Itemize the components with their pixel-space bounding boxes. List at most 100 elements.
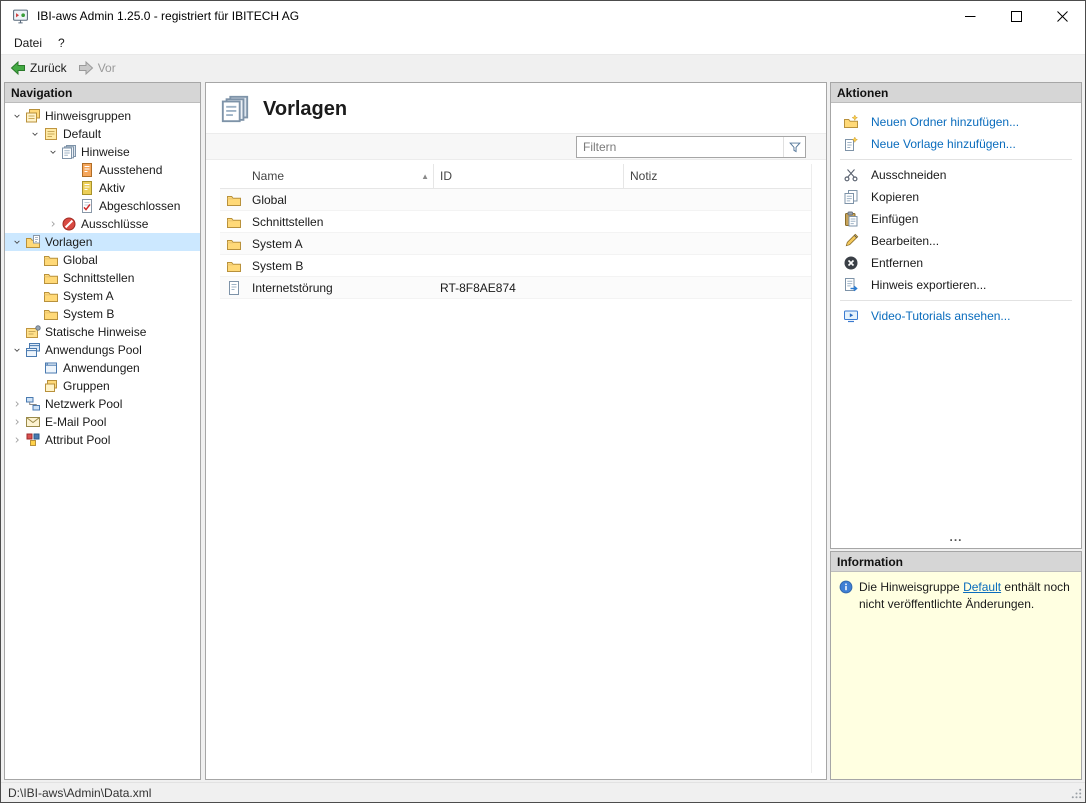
navigation-tree: Hinweisgruppen Default Hinweise Ausstehe… (5, 103, 200, 779)
action-new-template[interactable]: Neue Vorlage hinzufügen... (837, 133, 1075, 155)
tree-item-system-a[interactable]: System A (5, 287, 200, 305)
network-pool-icon (25, 396, 41, 412)
action-edit[interactable]: Bearbeiten... (837, 230, 1075, 252)
action-label: Bearbeiten... (871, 234, 940, 248)
tree-item-schnittstellen[interactable]: Schnittstellen (5, 269, 200, 287)
information-header: Information (831, 552, 1081, 572)
column-header-notiz[interactable]: Notiz (624, 164, 811, 188)
folder-icon (226, 214, 242, 230)
action-new-folder[interactable]: Neuen Ordner hinzufügen... (837, 111, 1075, 133)
table-row-system-b[interactable]: System B (220, 255, 811, 277)
toolbar: Zurück Vor (1, 54, 1085, 80)
column-label: Name (252, 169, 285, 183)
tree-item-label: Anwendungs Pool (45, 343, 142, 357)
tree-item-vorlagen[interactable]: Vorlagen (5, 233, 200, 251)
forward-arrow-icon (78, 60, 94, 76)
tree-item-ausschluesse[interactable]: Ausschlüsse (5, 215, 200, 233)
sort-ascending-icon: ▲ (421, 171, 429, 181)
chevron-down-icon[interactable] (45, 144, 61, 160)
applications-icon (43, 360, 59, 376)
cell-id (434, 189, 624, 210)
chevron-down-icon[interactable] (9, 108, 25, 124)
action-copy[interactable]: Kopieren (837, 186, 1075, 208)
column-header-name[interactable]: Name ▲ (246, 164, 434, 188)
filter-input[interactable] (577, 139, 783, 154)
tree-item-email-pool[interactable]: E-Mail Pool (5, 413, 200, 431)
title-bar: IBI-aws Admin 1.25.0 - registriert für I… (1, 1, 1085, 31)
tree-item-system-b[interactable]: System B (5, 305, 200, 323)
tree-item-anwendungen[interactable]: Anwendungen (5, 359, 200, 377)
chevron-right-icon[interactable] (45, 216, 61, 232)
action-label: Ausschneiden (871, 168, 947, 182)
action-paste[interactable]: Einfügen (837, 208, 1075, 230)
tree-item-statische-hinweise[interactable]: Statische Hinweise (5, 323, 200, 341)
table-row-global[interactable]: Global (220, 189, 811, 211)
tree-item-attribut-pool[interactable]: Attribut Pool (5, 431, 200, 449)
cell-id (434, 255, 624, 276)
column-header-id[interactable]: ID (434, 164, 624, 188)
new-folder-icon (843, 114, 859, 130)
menu-help[interactable]: ? (50, 33, 73, 53)
folder-icon (43, 288, 59, 304)
action-video-tutorials[interactable]: Video-Tutorials ansehen... (837, 305, 1075, 327)
forward-button-label: Vor (97, 60, 116, 75)
back-button[interactable]: Zurück (6, 58, 74, 78)
table-row-system-a[interactable]: System A (220, 233, 811, 255)
panel-splitter[interactable]: ... (837, 531, 1075, 544)
tree-item-global[interactable]: Global (5, 251, 200, 269)
filter-button[interactable] (783, 136, 805, 157)
cell-id (434, 211, 624, 232)
menu-datei[interactable]: Datei (6, 33, 50, 53)
navigation-header: Navigation (5, 83, 200, 103)
notices-icon (61, 144, 77, 160)
chevron-down-icon[interactable] (9, 234, 25, 250)
exclusions-icon (61, 216, 77, 232)
tree-item-ausstehend[interactable]: Ausstehend (5, 161, 200, 179)
minimize-button[interactable] (947, 1, 993, 31)
chevron-down-icon[interactable] (9, 342, 25, 358)
table-row-internetstoerung[interactable]: Internetstörung RT-8F8AE874 (220, 277, 811, 299)
tree-item-label: Aktiv (99, 181, 126, 195)
tree-item-gruppen[interactable]: Gruppen (5, 377, 200, 395)
tree-item-netzwerk-pool[interactable]: Netzwerk Pool (5, 395, 200, 413)
forward-button[interactable]: Vor (74, 58, 123, 78)
application-pool-icon (25, 342, 41, 358)
tree-item-label: Default (63, 127, 102, 141)
action-cut[interactable]: Ausschneiden (837, 164, 1075, 186)
tree-item-label: Netzwerk Pool (45, 397, 123, 411)
chevron-down-icon[interactable] (27, 126, 43, 142)
default-group-link[interactable]: Default (963, 580, 1001, 594)
active-notices-icon (79, 180, 95, 196)
tree-item-default[interactable]: Default (5, 125, 200, 143)
tree-item-hinweise[interactable]: Hinweise (5, 143, 200, 161)
tree-item-abgeschlossen[interactable]: Abgeschlossen (5, 197, 200, 215)
action-label: Einfügen (871, 212, 919, 226)
information-text: Die Hinweisgruppe Default enthält noch n… (859, 580, 1070, 611)
action-remove[interactable]: Entfernen (837, 252, 1075, 274)
chevron-right-icon[interactable] (9, 414, 25, 430)
action-export-notice[interactable]: Hinweis exportieren... (837, 274, 1075, 296)
navigation-panel: Navigation Hinweisgruppen Default Hinwei… (4, 82, 201, 780)
notice-group-icon (43, 126, 59, 142)
information-box: Die Hinweisgruppe Default enthält noch n… (831, 572, 1081, 779)
action-label: Kopieren (871, 190, 920, 204)
tree-item-label: Attribut Pool (45, 433, 111, 447)
tree-item-aktiv[interactable]: Aktiv (5, 179, 200, 197)
app-icon (12, 8, 29, 25)
tree-item-hinweisgruppen[interactable]: Hinweisgruppen (5, 107, 200, 125)
close-button[interactable] (1039, 1, 1085, 31)
actions-list: Neuen Ordner hinzufügen... Neue Vorlage … (831, 103, 1081, 548)
folder-icon (226, 258, 242, 274)
chevron-right-icon[interactable] (9, 396, 25, 412)
chevron-right-icon[interactable] (9, 432, 25, 448)
table-row-schnittstellen[interactable]: Schnittstellen (220, 211, 811, 233)
resize-grip[interactable] (1070, 787, 1083, 800)
tree-item-anwendungs-pool[interactable]: Anwendungs Pool (5, 341, 200, 359)
maximize-button[interactable] (993, 1, 1039, 31)
cell-id (434, 233, 624, 254)
action-label: Neuen Ordner hinzufügen... (871, 115, 1020, 129)
tree-item-label: Hinweise (81, 145, 130, 159)
cell-name: Global (252, 192, 287, 207)
export-icon (843, 277, 859, 293)
back-button-label: Zurück (30, 60, 67, 75)
